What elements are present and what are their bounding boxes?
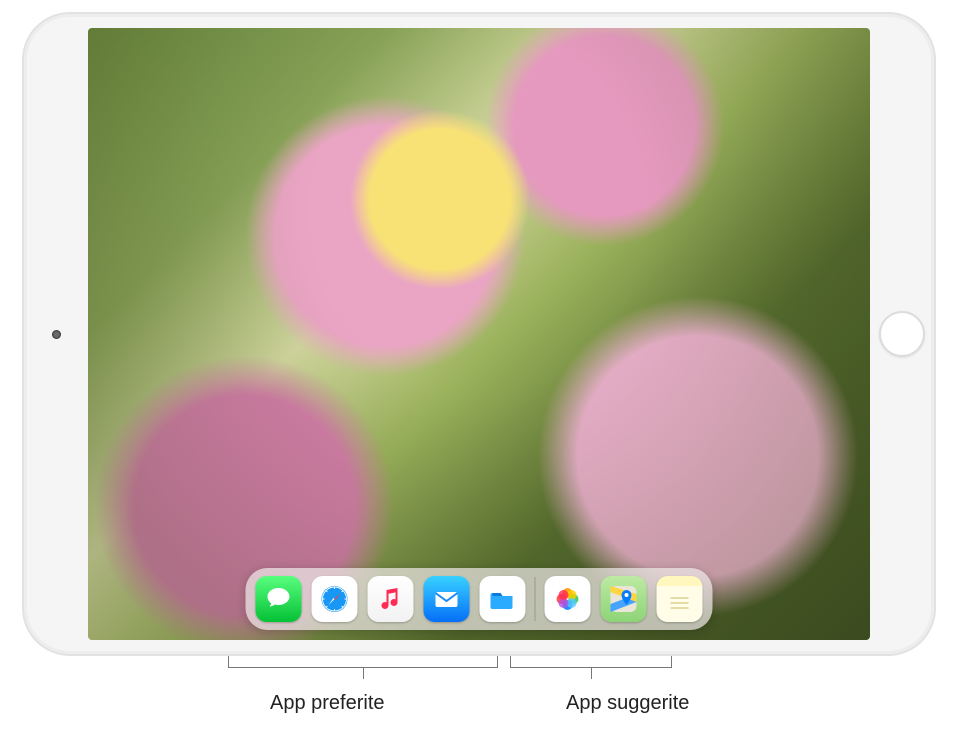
callout-suggested-label: App suggerite [566,692,689,715]
bracket-suggested [510,656,672,668]
dock-separator [535,577,536,621]
home-screen[interactable] [88,28,870,640]
ipad-device-frame [22,12,936,656]
mail-app-icon[interactable] [424,576,470,622]
bracket-favorites [228,656,498,668]
dock-suggested-group [545,576,703,622]
maps-app-icon[interactable] [601,576,647,622]
bezel-right [870,14,934,654]
annotation-callouts: App preferite App suggerite [0,656,958,726]
bezel-left [24,14,88,654]
dock [246,568,713,630]
files-app-icon[interactable] [480,576,526,622]
front-camera-icon [52,330,61,339]
safari-app-icon[interactable] [312,576,358,622]
music-app-icon[interactable] [368,576,414,622]
callout-favorites-label: App preferite [270,692,385,715]
dock-favorites-group [256,576,526,622]
messages-app-icon[interactable] [256,576,302,622]
home-button[interactable] [879,311,925,357]
notes-app-icon[interactable] [657,576,703,622]
photos-app-icon[interactable] [545,576,591,622]
